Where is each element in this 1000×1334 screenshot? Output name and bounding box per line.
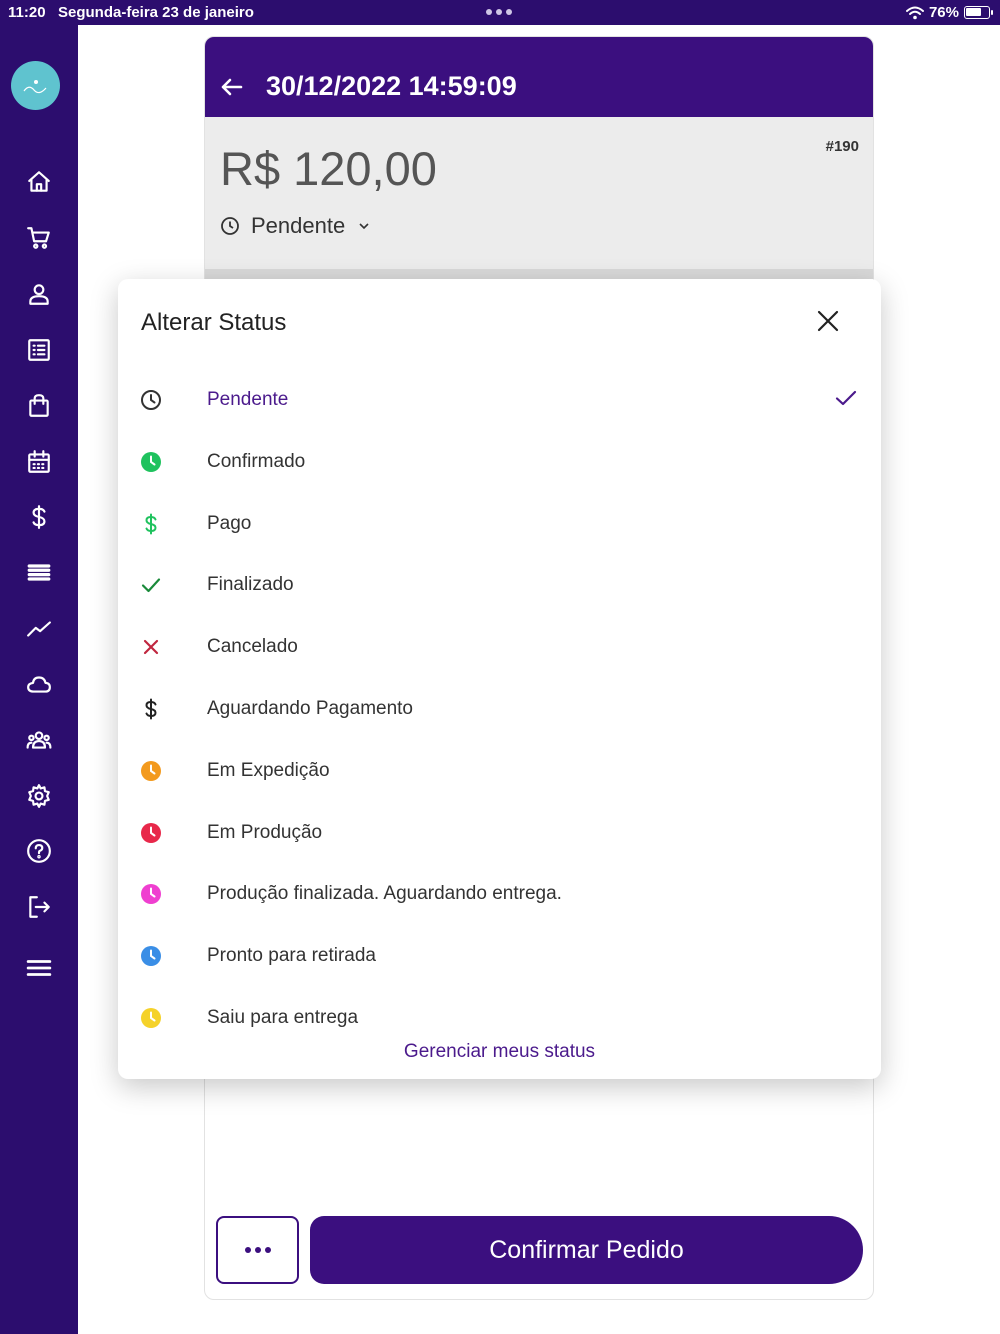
divider (205, 269, 873, 279)
wifi-icon (905, 6, 924, 19)
status-dropdown[interactable]: Pendente (220, 213, 372, 239)
status-option-label: Confirmado (207, 450, 306, 472)
clock-filled-icon (138, 943, 164, 969)
status-option[interactable]: Pendente (118, 370, 881, 430)
calendar-icon[interactable] (22, 445, 56, 479)
manage-status-link[interactable]: Gerenciar meus status (118, 1041, 881, 1063)
check-icon (138, 572, 164, 598)
status-date: Segunda-feira 23 de janeiro (58, 4, 254, 21)
dollar-icon[interactable] (22, 500, 56, 534)
status-option-label: Aguardando Pagamento (207, 698, 413, 719)
battery-percent: 76% (928, 4, 959, 21)
clock-filled-icon (138, 1005, 164, 1029)
gear-icon[interactable] (22, 779, 56, 813)
back-button[interactable] (219, 74, 247, 102)
order-datetime: 30/12/2022 14:59:09 (266, 71, 517, 101)
stack-icon[interactable] (22, 556, 56, 590)
status-option-label: Em Expedição (207, 759, 330, 781)
status-option[interactable]: Produção finalizada. Aguardando entrega. (118, 864, 881, 924)
logout-icon[interactable] (22, 890, 56, 924)
clock-filled-icon (138, 820, 164, 846)
home-icon[interactable] (22, 165, 56, 199)
status-option[interactable]: Cancelado (118, 617, 881, 677)
status-option[interactable]: Pago (118, 494, 881, 554)
status-right: 76% (905, 4, 993, 21)
order-summary: #190 R$ 120,00 Pendente (205, 117, 873, 277)
status-option-label: Saiu para entrega (207, 1007, 359, 1028)
status-list: Pendente Confirmado Pago Finalizado Cancelad… (118, 369, 881, 1029)
avatar[interactable] (11, 61, 60, 110)
dollar-icon (138, 696, 164, 722)
x-icon (138, 634, 164, 660)
sidebar (0, 25, 78, 1334)
status-option-label: Produção finalizada. Aguardando entrega. (207, 883, 562, 905)
status-option[interactable]: Em Expedição (118, 741, 881, 801)
clock-outline-icon (138, 387, 164, 413)
order-header: 30/12/2022 14:59:09 (205, 37, 873, 117)
status-option-label: Pronto para retirada (207, 945, 376, 967)
dollar-icon (138, 511, 164, 537)
order-number: #190 (825, 138, 859, 155)
status-option[interactable]: Confirmado (118, 432, 881, 492)
group-icon[interactable] (22, 723, 56, 757)
selected-check-icon (833, 385, 861, 413)
cart-icon[interactable] (22, 221, 56, 255)
status-bar: 11:20 Segunda-feira 23 de janeiro 76% (0, 0, 1000, 25)
status-option[interactable]: Pronto para retirada (118, 926, 881, 986)
clock-filled-icon (138, 449, 164, 475)
modal-title: Alterar Status (141, 309, 287, 336)
chart-icon[interactable] (22, 612, 56, 646)
status-option-label: Pendente (207, 389, 289, 410)
help-icon[interactable] (22, 834, 56, 868)
status-option[interactable]: Em Produção (118, 803, 881, 863)
order-amount: R$ 120,00 (220, 142, 437, 195)
list-icon[interactable] (22, 333, 56, 367)
multitask-dots[interactable] (486, 9, 512, 15)
clock-filled-icon (138, 881, 164, 907)
status-option[interactable]: Finalizado (118, 555, 881, 615)
logo-icon (23, 79, 46, 93)
clock-outline-icon (221, 217, 239, 235)
status-option-label: Cancelado (207, 636, 298, 658)
battery-icon (964, 6, 993, 19)
status-option[interactable]: Aguardando Pagamento (118, 679, 881, 739)
cloud-icon[interactable] (22, 667, 56, 701)
status-time: 11:20 (8, 4, 46, 21)
bag-icon[interactable] (22, 389, 56, 423)
user-icon[interactable] (22, 277, 56, 311)
close-icon (817, 310, 839, 332)
status-option[interactable]: Saiu para entrega (118, 988, 881, 1029)
chevron-down-icon (359, 223, 369, 230)
status-option-label: Em Produção (207, 821, 323, 843)
status-dropdown-label: Pendente (251, 213, 346, 238)
close-button[interactable] (814, 307, 844, 337)
clock-filled-icon (138, 758, 164, 784)
arrow-left-icon (221, 78, 243, 96)
status-option-label: Finalizado (207, 574, 294, 596)
more-options-button[interactable] (216, 1216, 299, 1284)
status-option-label: Pago (207, 512, 252, 534)
confirm-order-button[interactable]: Confirmar Pedido (310, 1216, 863, 1284)
status-modal: Alterar Status Pendente Confirmado Pago Fin… (118, 279, 881, 1079)
menu-icon[interactable] (22, 951, 56, 985)
